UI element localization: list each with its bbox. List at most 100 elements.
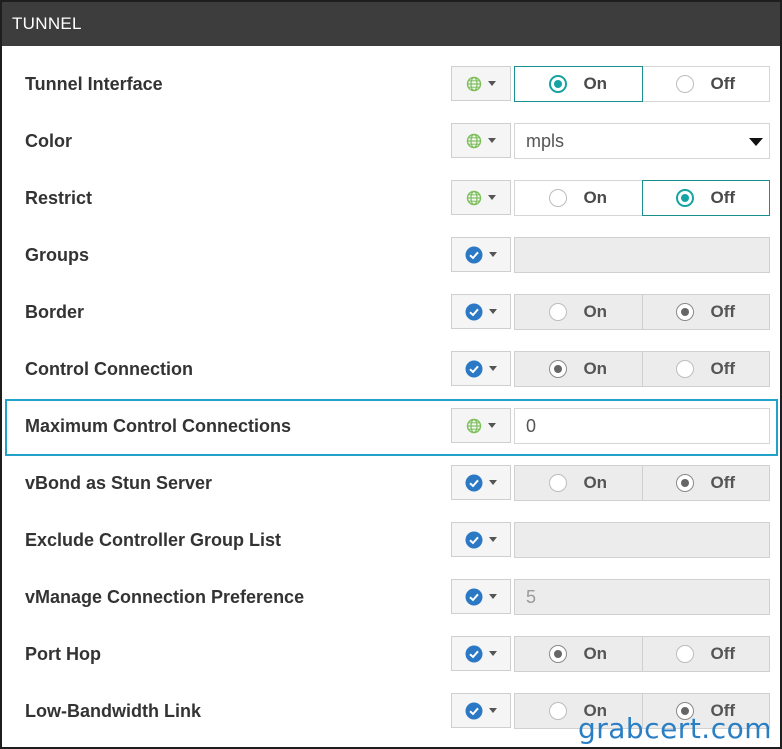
scope-dropdown[interactable]	[451, 294, 511, 329]
globe-icon	[466, 190, 482, 206]
caret-down-icon	[489, 366, 497, 371]
field-row-7: vBond as Stun Server On Off	[2, 455, 780, 512]
field-row-5: Control Connection On Off	[2, 341, 780, 398]
radio-group: On Off	[514, 294, 770, 330]
scope-dropdown[interactable]	[451, 237, 511, 272]
on-off-toggle: On Off	[514, 294, 770, 330]
input-value: 0	[526, 416, 537, 436]
scope-dropdown[interactable]	[451, 522, 511, 557]
radio-option-on[interactable]: On	[514, 351, 643, 387]
field-row-2: Restrict On Off	[2, 170, 780, 227]
check-circle-icon	[465, 474, 483, 492]
field-list: Tunnel Interface On Off Color mpls Restrict On…	[2, 46, 780, 740]
scope-dropdown[interactable]	[451, 123, 511, 158]
caret-down-icon	[489, 309, 497, 314]
text-input[interactable]: 0	[514, 408, 770, 444]
text-field	[514, 522, 770, 558]
field-label: vManage Connection Preference	[25, 587, 305, 607]
radio-empty-icon	[549, 474, 568, 492]
radio-group: On Off	[514, 66, 770, 102]
scope-dropdown[interactable]	[451, 465, 511, 500]
scope-dropdown[interactable]	[451, 636, 511, 671]
color-select: mpls	[514, 123, 770, 159]
caret-down-icon	[489, 594, 497, 599]
radio-option-off[interactable]: Off	[641, 180, 770, 216]
radio-option-on[interactable]: On	[514, 66, 643, 102]
caret-down-icon	[488, 195, 496, 200]
input-value: 5	[526, 587, 537, 607]
caret-down-icon	[489, 537, 497, 542]
radio-empty-icon	[676, 75, 695, 93]
field-row-10: Port Hop On Off	[2, 626, 780, 683]
field-row-6: Maximum Control Connections 0	[2, 398, 780, 456]
radio-selected-icon	[676, 303, 695, 321]
check-circle-icon	[465, 360, 483, 378]
radio-option-off[interactable]: Off	[641, 294, 770, 330]
scope-dropdown[interactable]	[451, 66, 511, 101]
tunnel-panel: TUNNEL Tunnel Interface On Off Color mpls Res…	[0, 0, 782, 749]
caret-down-icon	[489, 480, 497, 485]
field-label: Border	[25, 302, 85, 322]
text-field	[514, 237, 770, 273]
field-label: Color	[25, 131, 72, 151]
scope-dropdown[interactable]	[451, 351, 511, 386]
radio-option-label: Off	[710, 473, 736, 492]
radio-option-off[interactable]: Off	[641, 636, 770, 672]
scope-dropdown[interactable]	[451, 579, 511, 614]
check-circle-icon	[465, 702, 483, 720]
radio-option-on[interactable]: On	[514, 180, 643, 216]
field-label: Groups	[25, 245, 90, 265]
text-input	[514, 237, 770, 273]
radio-empty-icon	[549, 303, 568, 321]
field-label: Exclude Controller Group List	[25, 530, 282, 550]
globe-icon	[466, 418, 482, 434]
radio-option-label: On	[583, 74, 608, 93]
check-circle-icon	[465, 588, 483, 606]
caret-down-icon	[488, 423, 496, 428]
radio-option-label: Off	[710, 359, 736, 378]
text-input	[514, 522, 770, 558]
radio-selected-icon	[549, 360, 568, 378]
radio-option-label: On	[583, 188, 608, 207]
check-circle-icon	[465, 246, 483, 264]
field-label: Low-Bandwidth Link	[25, 701, 201, 721]
check-circle-icon	[465, 531, 483, 549]
radio-empty-icon	[549, 702, 568, 720]
radio-empty-icon	[549, 189, 568, 207]
radio-option-label: Off	[710, 74, 736, 93]
caret-down-icon	[489, 651, 497, 656]
globe-icon	[466, 133, 482, 149]
on-off-toggle: On Off	[514, 66, 770, 102]
globe-icon	[466, 76, 482, 92]
field-row-3: Groups	[2, 227, 780, 284]
field-row-9: vManage Connection Preference 5	[2, 569, 780, 626]
radio-option-off[interactable]: Off	[641, 351, 770, 387]
radio-option-on[interactable]: On	[514, 636, 643, 672]
scope-dropdown[interactable]	[451, 180, 511, 215]
scope-dropdown[interactable]	[451, 408, 511, 443]
radio-selected-icon	[549, 75, 568, 93]
radio-option-label: Off	[710, 302, 736, 321]
radio-option-on[interactable]: On	[514, 465, 643, 501]
check-circle-icon	[465, 303, 483, 321]
select-box[interactable]: mpls	[514, 123, 770, 159]
radio-option-off[interactable]: Off	[641, 66, 770, 102]
on-off-toggle: On Off	[514, 351, 770, 387]
text-field: 5	[514, 579, 770, 615]
radio-option-label: Off	[710, 188, 736, 207]
check-circle-icon	[465, 645, 483, 663]
radio-option-label: Off	[710, 644, 736, 663]
radio-group: On Off	[514, 465, 770, 501]
section-header: TUNNEL	[2, 2, 780, 46]
triangle-down-icon	[749, 138, 763, 146]
field-row-1: Color mpls	[2, 113, 780, 170]
field-row-0: Tunnel Interface On Off	[2, 56, 780, 113]
field-row-8: Exclude Controller Group List	[2, 512, 780, 569]
radio-empty-icon	[676, 360, 695, 378]
radio-selected-icon	[676, 189, 695, 207]
radio-group: On Off	[514, 636, 770, 672]
on-off-toggle: On Off	[514, 180, 770, 216]
radio-option-on[interactable]: On	[514, 294, 643, 330]
scope-dropdown[interactable]	[451, 693, 511, 728]
radio-option-off[interactable]: Off	[641, 465, 770, 501]
